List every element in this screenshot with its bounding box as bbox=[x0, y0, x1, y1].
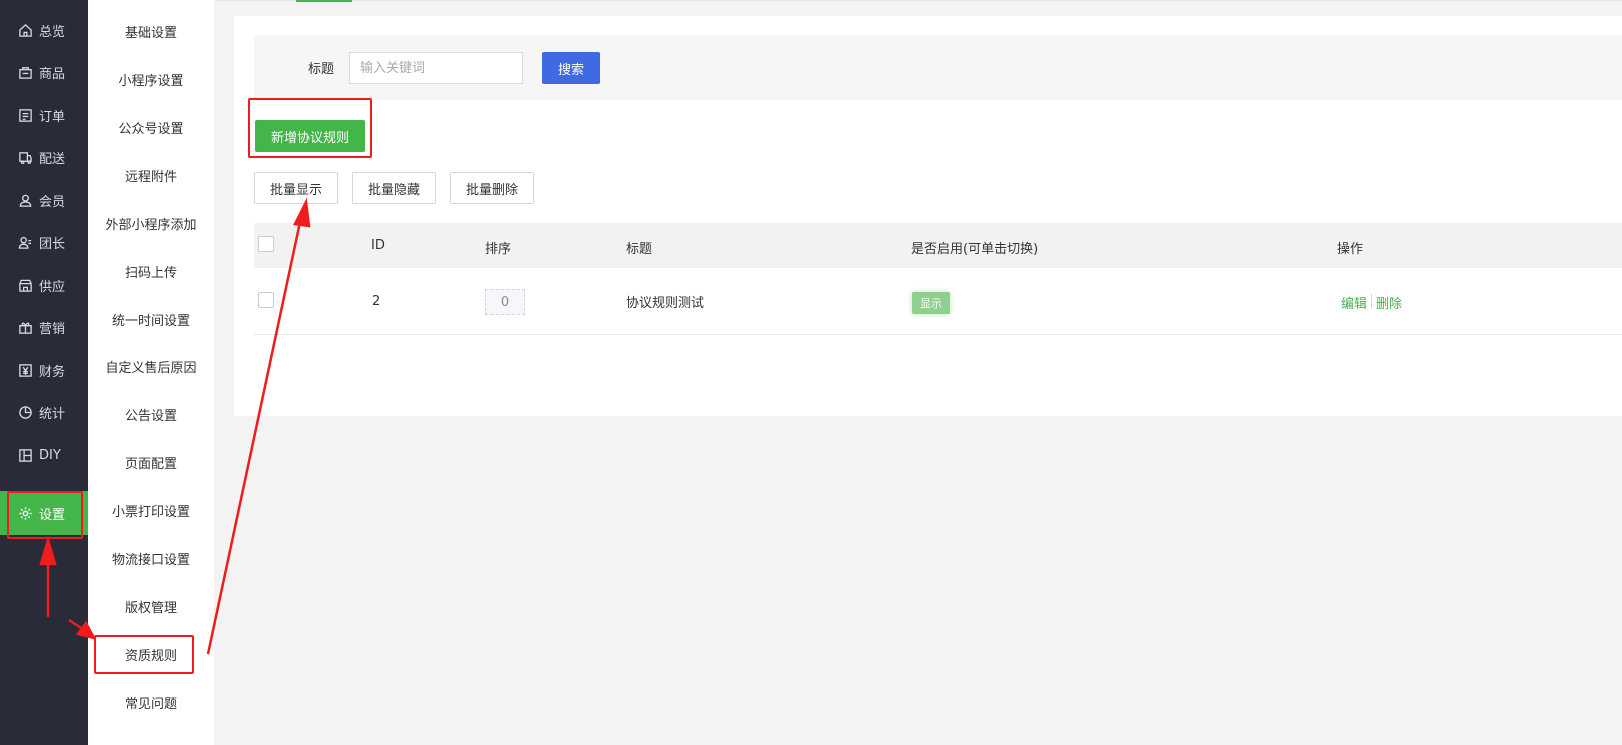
subnav-receipt-print[interactable]: 小票打印设置 bbox=[88, 490, 214, 530]
column-header-title: 标题 bbox=[626, 242, 653, 257]
batch-show-button[interactable]: 批量显示 bbox=[254, 172, 338, 204]
leader-icon bbox=[17, 234, 33, 250]
nav-item-marketing[interactable]: 营销 bbox=[0, 305, 88, 349]
annotation-box-qualification-rules bbox=[94, 635, 194, 674]
search-button[interactable]: 搜索 bbox=[542, 52, 600, 84]
home-icon bbox=[17, 22, 33, 38]
subnav-copyright[interactable]: 版权管理 bbox=[88, 586, 214, 626]
row-checkbox[interactable] bbox=[258, 292, 274, 308]
search-input[interactable] bbox=[349, 52, 523, 84]
annotation-box-add-button bbox=[248, 98, 372, 158]
store-icon bbox=[17, 277, 33, 293]
nav-item-supply[interactable]: 供应 bbox=[0, 263, 88, 307]
nav-label: 配送 bbox=[39, 151, 66, 167]
delete-link[interactable]: 删除 bbox=[1376, 293, 1402, 312]
subnav-official-account[interactable]: 公众号设置 bbox=[88, 107, 214, 147]
subnav-basic[interactable]: 基础设置 bbox=[88, 11, 214, 51]
batch-hide-button[interactable]: 批量隐藏 bbox=[352, 172, 436, 204]
nav-label: 营销 bbox=[39, 321, 66, 337]
column-header-actions: 操作 bbox=[1337, 242, 1364, 257]
edit-link[interactable]: 编辑 bbox=[1341, 293, 1367, 312]
search-label: 标题 bbox=[308, 62, 335, 77]
column-header-sort: 排序 bbox=[485, 242, 512, 257]
yen-icon bbox=[17, 362, 33, 378]
nav-item-stats[interactable]: 统计 bbox=[0, 390, 88, 434]
order-icon bbox=[17, 107, 33, 123]
nav-item-leaders[interactable]: 团长 bbox=[0, 220, 88, 264]
subnav-scan-upload[interactable]: 扫码上传 bbox=[88, 251, 214, 291]
nav-item-orders[interactable]: 订单 bbox=[0, 93, 88, 137]
nav-label: 统计 bbox=[39, 406, 66, 422]
bag-icon bbox=[17, 64, 33, 80]
subnav-page-config[interactable]: 页面配置 bbox=[88, 442, 214, 482]
nav-item-overview[interactable]: 总览 bbox=[0, 8, 88, 52]
nav-label: 总览 bbox=[39, 24, 66, 40]
batch-delete-button[interactable]: 批量删除 bbox=[450, 172, 534, 204]
subnav-miniprogram[interactable]: 小程序设置 bbox=[88, 59, 214, 99]
nav-item-diy[interactable]: DIY bbox=[0, 433, 88, 477]
layout-icon bbox=[17, 447, 33, 463]
column-header-id: ID bbox=[371, 238, 385, 253]
subnav-aftersale-reasons[interactable]: 自定义售后原因 bbox=[88, 346, 214, 386]
nav-label: 财务 bbox=[39, 364, 66, 380]
delivery-icon bbox=[17, 149, 33, 165]
nav-label: 团长 bbox=[39, 236, 66, 252]
select-all-checkbox[interactable] bbox=[258, 236, 274, 252]
user-icon bbox=[17, 192, 33, 208]
subnav-remote-attachment[interactable]: 远程附件 bbox=[88, 155, 214, 195]
active-tab-indicator bbox=[296, 0, 352, 2]
nav-item-members[interactable]: 会员 bbox=[0, 178, 88, 222]
top-divider bbox=[214, 0, 1622, 1]
gift-icon bbox=[17, 319, 33, 335]
subnav-external-miniprogram[interactable]: 外部小程序添加 bbox=[88, 203, 214, 243]
subnav-logistics-api[interactable]: 物流接口设置 bbox=[88, 538, 214, 578]
nav-label: 会员 bbox=[39, 194, 66, 210]
annotation-box-settings bbox=[7, 491, 83, 539]
nav-item-delivery[interactable]: 配送 bbox=[0, 135, 88, 179]
column-header-enabled: 是否启用(可单击切换) bbox=[911, 242, 1039, 257]
status-toggle-badge[interactable]: 显示 bbox=[912, 292, 950, 314]
action-divider bbox=[1371, 294, 1372, 308]
nav-label: DIY bbox=[39, 447, 61, 463]
primary-sidebar: 总览 商品 订单 配送 会员 团长 供应 营销 财务 统计 DIY 设置 bbox=[0, 0, 88, 745]
nav-label: 供应 bbox=[39, 279, 66, 295]
nav-label: 商品 bbox=[39, 66, 66, 82]
nav-item-goods[interactable]: 商品 bbox=[0, 50, 88, 94]
nav-label: 订单 bbox=[39, 109, 66, 125]
subnav-faq[interactable]: 常见问题 bbox=[88, 682, 214, 722]
settings-sidebar: 基础设置 小程序设置 公众号设置 远程附件 外部小程序添加 扫码上传 统一时间设… bbox=[88, 0, 214, 745]
row-title: 协议规则测试 bbox=[626, 296, 705, 311]
subnav-unified-time[interactable]: 统一时间设置 bbox=[88, 299, 214, 339]
pie-icon bbox=[17, 404, 33, 420]
nav-item-finance[interactable]: 财务 bbox=[0, 348, 88, 392]
row-id: 2 bbox=[372, 294, 381, 309]
subnav-announcement[interactable]: 公告设置 bbox=[88, 394, 214, 434]
row-sort-input[interactable]: 0 bbox=[485, 289, 525, 315]
